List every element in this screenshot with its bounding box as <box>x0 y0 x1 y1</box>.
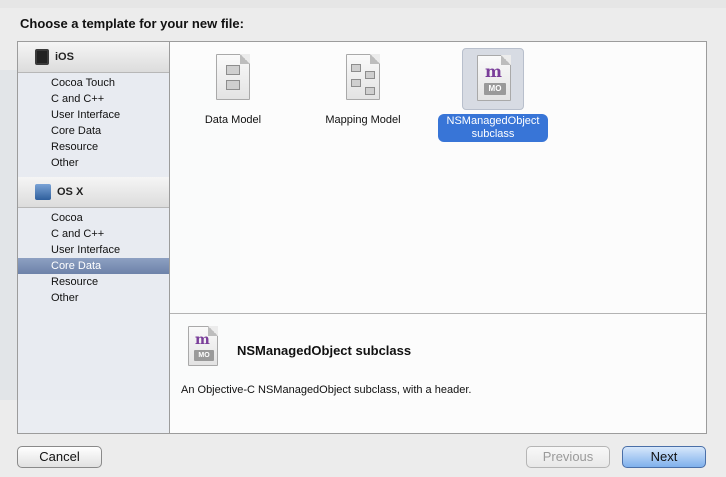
sidebar-item-osx-user-interface[interactable]: User Interface <box>18 242 169 258</box>
sidebar-item-ios-c-and-cpp[interactable]: C and C++ <box>18 91 169 107</box>
sidebar-item-ios-other[interactable]: Other <box>18 155 169 171</box>
sidebar-item-ios-user-interface[interactable]: User Interface <box>18 107 169 123</box>
template-nsmanagedobject-subclass[interactable]: m MO NSManagedObject subclass <box>433 48 553 142</box>
sidebar-item-osx-c-and-cpp[interactable]: C and C++ <box>18 226 169 242</box>
cancel-button[interactable]: Cancel <box>17 446 102 468</box>
sidebar-group-label: iOS <box>55 51 74 63</box>
template-pane: Data Model Mapping Model m MO NSManagedO… <box>169 41 707 434</box>
sidebar-group-ios: iOS <box>18 42 169 73</box>
sidebar-list-ios: Cocoa Touch C and C++ User Interface Cor… <box>18 73 169 177</box>
managed-object-document-icon: m MO <box>462 48 524 110</box>
sidebar-group-label: OS X <box>57 186 84 198</box>
mac-finder-icon <box>35 184 51 200</box>
platform-sidebar: iOS Cocoa Touch C and C++ User Interface… <box>17 41 169 434</box>
sidebar-item-osx-resource[interactable]: Resource <box>18 274 169 290</box>
iphone-icon <box>35 49 49 65</box>
sidebar-item-osx-other[interactable]: Other <box>18 290 169 306</box>
mapping-model-document-icon <box>332 48 394 110</box>
template-grid: Data Model Mapping Model m MO NSManagedO… <box>170 42 706 312</box>
new-file-sheet: Choose a template for your new file: iOS… <box>0 0 726 477</box>
detail-description: An Objective-C NSManagedObject subclass,… <box>181 384 472 396</box>
template-data-model[interactable]: Data Model <box>173 48 293 127</box>
sidebar-list-osx: Cocoa C and C++ User Interface Core Data… <box>18 208 169 312</box>
sidebar-item-osx-cocoa[interactable]: Cocoa <box>18 210 169 226</box>
previous-button[interactable]: Previous <box>526 446 610 468</box>
next-button[interactable]: Next <box>622 446 706 468</box>
sidebar-item-ios-resource[interactable]: Resource <box>18 139 169 155</box>
template-label: Data Model <box>204 114 262 126</box>
sidebar-group-osx: OS X <box>18 177 169 208</box>
sidebar-item-ios-cocoa-touch[interactable]: Cocoa Touch <box>18 75 169 91</box>
sheet-title: Choose a template for your new file: <box>20 16 244 31</box>
sidebar-item-ios-core-data[interactable]: Core Data <box>18 123 169 139</box>
template-detail: m MO NSManagedObject subclass An Objecti… <box>170 314 706 433</box>
template-label: NSManagedObject subclass <box>438 114 548 142</box>
managed-object-document-icon: m MO <box>184 322 224 368</box>
data-model-document-icon <box>202 48 264 110</box>
template-label: Mapping Model <box>325 114 401 126</box>
detail-title: NSManagedObject subclass <box>237 343 412 358</box>
template-mapping-model[interactable]: Mapping Model <box>303 48 423 127</box>
sidebar-item-osx-core-data[interactable]: Core Data <box>18 258 169 274</box>
